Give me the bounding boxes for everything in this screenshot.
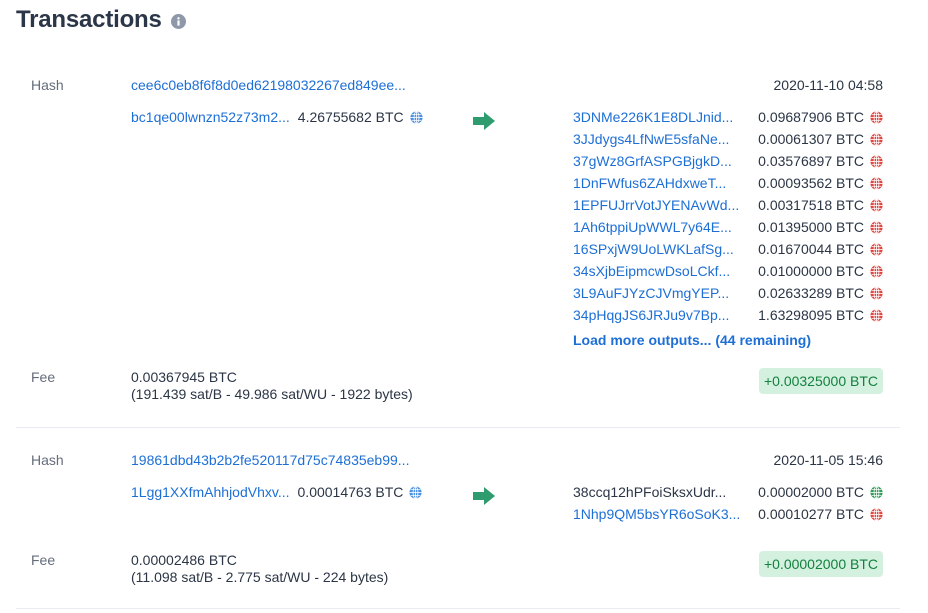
globe-icon[interactable] (870, 132, 883, 146)
output-row: 1EPFUJrrVotJYENAvWd... 0.00317518 BTC (573, 194, 883, 216)
fee-detail: (191.439 sat/B - 49.986 sat/WU - 1922 by… (131, 386, 413, 402)
transaction-card: Hash cee6c0eb8f6f8d0ed62198032267ed849ee… (16, 60, 900, 427)
output-address-link[interactable]: 3L9AuFJYzCJVmgYEP... (573, 285, 729, 301)
output-address-link[interactable]: 1EPFUJrrVotJYENAvWd... (573, 197, 739, 213)
fee-detail: (11.098 sat/B - 2.775 sat/WU - 224 bytes… (131, 569, 389, 585)
transaction-hash-link[interactable]: 19861dbd43b2b2fe520117d75c74835eb99... (131, 452, 409, 468)
globe-icon[interactable] (870, 507, 883, 521)
output-address-link[interactable]: 37gWz8GrfASPGBjgkD... (573, 153, 732, 169)
output-address: 38ccq12hPFoiSksxUdr... (573, 484, 727, 500)
output-amount: 0.01670044 BTC (758, 241, 864, 257)
output-row: 1DnFWfus6ZAHdxweT... 0.00093562 BTC (573, 172, 883, 194)
arrow-right-icon (473, 112, 495, 130)
globe-icon[interactable] (409, 485, 422, 499)
output-address-link[interactable]: 1Ah6tppiUpWWL7y64E... (573, 219, 732, 235)
output-amount: 0.09687906 BTC (758, 109, 864, 125)
output-row: 3JJdygs4LfNwE5sfaNe... 0.00061307 BTC (573, 128, 883, 150)
globe-icon[interactable] (870, 198, 883, 212)
output-row: 3L9AuFJYzCJVmgYEP... 0.02633289 BTC (573, 282, 883, 304)
output-row: 37gWz8GrfASPGBjgkD... 0.03576897 BTC (573, 150, 883, 172)
arrow-right-icon (473, 487, 495, 505)
balance-change-badge: +0.00002000 BTC (758, 551, 883, 577)
section-header: Transactions (16, 6, 186, 34)
output-row: 1Nhp9QM5bsYR6oSoK3... 0.00010277 BTC (573, 503, 883, 525)
fee-amount: 0.00002486 BTC (131, 552, 237, 568)
fee-label: Fee (31, 552, 56, 568)
globe-icon[interactable] (870, 485, 883, 499)
globe-icon[interactable] (410, 110, 423, 124)
input-row: bc1qe00lwnzn52z73m2... 4.26755682 BTC (131, 109, 423, 125)
output-amount: 1.63298095 BTC (758, 307, 864, 323)
output-amount: 0.00010277 BTC (758, 506, 864, 522)
output-address-link[interactable]: 1Nhp9QM5bsYR6oSoK3... (573, 506, 740, 522)
output-amount: 0.00061307 BTC (758, 131, 864, 147)
output-row: 38ccq12hPFoiSksxUdr... 0.00002000 BTC (573, 481, 883, 503)
info-circle-icon[interactable] (170, 13, 186, 29)
fee-value: 0.00002486 BTC (11.098 sat/B - 2.775 sat… (131, 552, 388, 586)
input-row: 1Lgg1XXfmAhhjodVhxv... 0.00014763 BTC (131, 484, 422, 500)
output-amount: 0.00317518 BTC (758, 197, 864, 213)
input-amount: 4.26755682 BTC (297, 109, 404, 125)
outputs-list: 38ccq12hPFoiSksxUdr... 0.00002000 BTC 1N… (573, 481, 883, 525)
transaction-divider (16, 608, 900, 609)
globe-icon[interactable] (870, 110, 883, 124)
fee-label: Fee (31, 369, 56, 385)
transaction-date: 2020-11-05 15:46 (773, 452, 884, 468)
output-row: 34sXjbEipmcwDsoLCkf... 0.01000000 BTC (573, 260, 883, 282)
output-address-link[interactable]: 34pHqgJS6JRJu9v7Bp... (573, 307, 729, 323)
transaction-date: 2020-11-10 04:58 (773, 77, 884, 93)
globe-icon[interactable] (870, 242, 883, 256)
fee-amount: 0.00367945 BTC (131, 369, 237, 385)
output-row: 34pHqgJS6JRJu9v7Bp... 1.63298095 BTC (573, 304, 883, 326)
outputs-list: 3DNMe226K1E8DLJnid... 0.09687906 BTC 3JJ… (573, 106, 883, 350)
input-address-link[interactable]: 1Lgg1XXfmAhhjodVhxv... (131, 484, 290, 500)
transaction-divider (16, 427, 900, 428)
output-row: 3DNMe226K1E8DLJnid... 0.09687906 BTC (573, 106, 883, 128)
load-more-outputs-link[interactable]: Load more outputs... (44 remaining) (573, 332, 811, 348)
output-address-link[interactable]: 16SPxjW9UoLWKLafSg... (573, 241, 734, 257)
page-title: Transactions (16, 6, 162, 33)
output-amount: 0.01395000 BTC (758, 219, 864, 235)
output-amount: 0.00093562 BTC (758, 175, 864, 191)
output-amount: 0.00002000 BTC (758, 484, 864, 500)
globe-icon[interactable] (870, 176, 883, 190)
transaction-card: Hash 19861dbd43b2b2fe520117d75c74835eb99… (16, 438, 900, 610)
globe-icon[interactable] (870, 220, 883, 234)
output-row: 16SPxjW9UoLWKLafSg... 0.01670044 BTC (573, 238, 883, 260)
output-amount: 0.01000000 BTC (758, 263, 864, 279)
input-address-link[interactable]: bc1qe00lwnzn52z73m2... (131, 109, 290, 125)
output-address-link[interactable]: 3DNMe226K1E8DLJnid... (573, 109, 733, 125)
transaction-hash-link[interactable]: cee6c0eb8f6f8d0ed62198032267ed849ee... (131, 77, 406, 93)
globe-icon[interactable] (870, 308, 883, 322)
output-address-link[interactable]: 34sXjbEipmcwDsoLCkf... (573, 263, 730, 279)
fee-value: 0.00367945 BTC (191.439 sat/B - 49.986 s… (131, 369, 413, 403)
output-address-link[interactable]: 1DnFWfus6ZAHdxweT... (573, 175, 726, 191)
globe-icon[interactable] (870, 286, 883, 300)
output-amount: 0.03576897 BTC (758, 153, 864, 169)
globe-icon[interactable] (870, 264, 883, 278)
output-address-link[interactable]: 3JJdygs4LfNwE5sfaNe... (573, 131, 729, 147)
output-row: 1Ah6tppiUpWWL7y64E... 0.01395000 BTC (573, 216, 883, 238)
globe-icon[interactable] (870, 154, 883, 168)
input-amount: 0.00014763 BTC (297, 484, 404, 500)
hash-label: Hash (31, 452, 64, 468)
output-amount: 0.02633289 BTC (758, 285, 864, 301)
hash-label: Hash (31, 77, 64, 93)
balance-change-badge: +0.00325000 BTC (758, 368, 883, 394)
